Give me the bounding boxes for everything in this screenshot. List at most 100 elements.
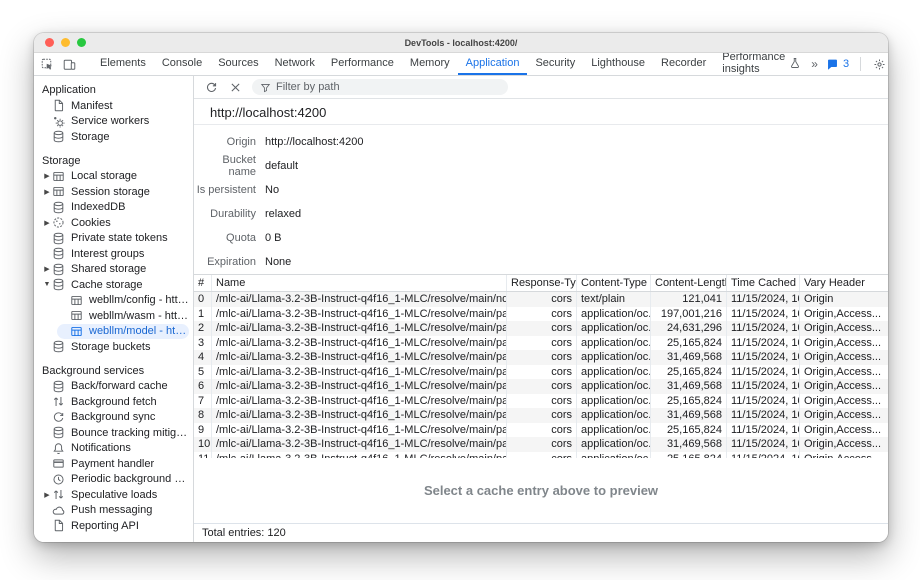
sidebar-item[interactable]: Periodic background sync	[39, 472, 189, 488]
console-messages-button[interactable]: 3	[826, 57, 849, 71]
devtools-tab[interactable]: Console	[154, 53, 210, 75]
devtools-tab[interactable]: Recorder	[653, 53, 714, 75]
table-row[interactable]: 2 /mlc-ai/Llama-3.2-3B-Instruct-q4f16_1-…	[194, 321, 888, 336]
cell-name: /mlc-ai/Llama-3.2-3B-Instruct-q4f16_1-ML…	[212, 365, 507, 380]
sidebar-item[interactable]: webllm/model - http://loc...	[57, 324, 189, 340]
table-row[interactable]: 7 /mlc-ai/Llama-3.2-3B-Instruct-q4f16_1-…	[194, 394, 888, 409]
devtools-tab[interactable]: Sources	[210, 53, 266, 75]
expander-arrow-icon[interactable]: ▶	[42, 491, 52, 499]
cell-response-type: cors	[507, 423, 577, 438]
table-body: 0 /mlc-ai/Llama-3.2-3B-Instruct-q4f16_1-…	[194, 292, 888, 458]
sync-icon	[52, 411, 65, 424]
sidebar-item[interactable]: ▶ Session storage	[39, 184, 189, 200]
tab-label: Performance	[331, 57, 394, 69]
column-header[interactable]: Time Cached	[727, 275, 800, 291]
cell-name: /mlc-ai/Llama-3.2-3B-Instruct-q4f16_1-ML…	[212, 350, 507, 365]
column-header[interactable]: Content-Type	[577, 275, 651, 291]
cell-response-type: cors	[507, 437, 577, 452]
column-header[interactable]: #	[194, 275, 212, 291]
refresh-icon[interactable]	[204, 80, 218, 94]
metadata-value: default	[265, 160, 298, 172]
devtools-tab[interactable]: Elements	[92, 53, 154, 75]
cell-content-length: 121,041	[651, 292, 727, 307]
table-row[interactable]: 1 /mlc-ai/Llama-3.2-3B-Instruct-q4f16_1-…	[194, 307, 888, 322]
window-titlebar[interactable]: DevTools - localhost:4200/	[34, 33, 888, 53]
tab-label: Console	[162, 57, 202, 69]
sidebar-item[interactable]: Background fetch	[39, 394, 189, 410]
devtools-tab[interactable]: Performance insights	[714, 53, 809, 75]
sidebar-item[interactable]: webllm/wasm - http://loca...	[57, 308, 189, 324]
device-toolbar-icon[interactable]	[62, 57, 76, 71]
filter-input[interactable]	[276, 81, 501, 93]
more-tabs-chevron[interactable]: »	[809, 57, 820, 71]
file-icon	[52, 99, 65, 112]
sidebar-item[interactable]: ▶ Shared storage	[39, 262, 189, 278]
sidebar-item[interactable]: Reporting API	[39, 518, 189, 534]
expander-arrow-icon[interactable]: ▶	[42, 188, 52, 196]
devtools-tab[interactable]: Security	[527, 53, 583, 75]
cell-time-cached: 11/15/2024, 10...	[727, 394, 800, 409]
devtools-tab[interactable]: Memory	[402, 53, 458, 75]
cell-vary-header: Origin	[800, 292, 888, 307]
sidebar-item[interactable]: Bounce tracking mitigations	[39, 425, 189, 441]
devtools-tab[interactable]: Performance	[323, 53, 402, 75]
sidebar-item[interactable]: Notifications	[39, 441, 189, 457]
expander-arrow-icon[interactable]: ▶	[42, 265, 52, 273]
filter-funnel-icon	[259, 80, 272, 94]
devtools-tab[interactable]: Lighthouse	[583, 53, 653, 75]
sidebar-item[interactable]: IndexedDB	[39, 200, 189, 216]
devtools-tab[interactable]: Network	[267, 53, 323, 75]
cell-time-cached: 11/15/2024, 10...	[727, 321, 800, 336]
cell-content-type: application/oc...	[577, 336, 651, 351]
expander-arrow-icon[interactable]: ▼	[42, 281, 52, 288]
table-row[interactable]: 9 /mlc-ai/Llama-3.2-3B-Instruct-q4f16_1-…	[194, 423, 888, 438]
sidebar-section: Background services Back/forward cache	[34, 363, 193, 534]
sidebar-item-label: Storage buckets	[71, 341, 151, 353]
sidebar-item-label: IndexedDB	[71, 201, 125, 213]
table-row[interactable]: 8 /mlc-ai/Llama-3.2-3B-Instruct-q4f16_1-…	[194, 408, 888, 423]
table-row[interactable]: 5 /mlc-ai/Llama-3.2-3B-Instruct-q4f16_1-…	[194, 365, 888, 380]
sidebar-item[interactable]: Push messaging	[39, 503, 189, 519]
sidebar-item[interactable]: Service workers	[39, 114, 189, 130]
window-title: DevTools - localhost:4200/	[34, 38, 888, 48]
tab-label: Recorder	[661, 57, 706, 69]
sidebar-item-label: webllm/model - http://loc...	[89, 325, 189, 337]
sidebar-item-label: Service workers	[71, 115, 149, 127]
sidebar-item[interactable]: ▼ Cache storage	[39, 277, 189, 293]
table-row[interactable]: 10 /mlc-ai/Llama-3.2-3B-Instruct-q4f16_1…	[194, 437, 888, 452]
sidebar-item[interactable]: Manifest	[39, 98, 189, 114]
inspect-icon[interactable]	[40, 57, 54, 71]
cache-entries-table: # Name Response-Type Content-Type Conten…	[194, 274, 888, 458]
column-header[interactable]: Content-Length	[651, 275, 727, 291]
preview-pane: Select a cache entry above to preview	[194, 458, 888, 523]
table-row[interactable]: 4 /mlc-ai/Llama-3.2-3B-Instruct-q4f16_1-…	[194, 350, 888, 365]
cell-response-type: cors	[507, 365, 577, 380]
sidebar-item[interactable]: Back/forward cache	[39, 379, 189, 395]
column-header[interactable]: Vary Header	[800, 275, 888, 291]
sidebar-item[interactable]: ▶ Speculative loads	[39, 487, 189, 503]
expander-arrow-icon[interactable]: ▶	[42, 219, 52, 227]
sidebar-item[interactable]: ▶ Local storage	[39, 169, 189, 185]
sidebar-item[interactable]: Payment handler	[39, 456, 189, 472]
sidebar-item[interactable]: Background sync	[39, 410, 189, 426]
origin-metadata: Origin http://localhost:4200 Bucket name…	[194, 125, 888, 274]
table-row[interactable]: 3 /mlc-ai/Llama-3.2-3B-Instruct-q4f16_1-…	[194, 336, 888, 351]
tab-label: Application	[466, 57, 520, 69]
settings-gear-icon[interactable]	[872, 57, 886, 71]
column-header[interactable]: Name	[212, 275, 507, 291]
sidebar-item[interactable]: Private state tokens	[39, 231, 189, 247]
sidebar-item[interactable]: Storage buckets	[39, 339, 189, 355]
table-row[interactable]: 0 /mlc-ai/Llama-3.2-3B-Instruct-q4f16_1-…	[194, 292, 888, 307]
sidebar-item[interactable]: Storage	[39, 129, 189, 145]
column-header[interactable]: Response-Type	[507, 275, 577, 291]
sidebar-item[interactable]: Interest groups	[39, 246, 189, 262]
devtools-tab[interactable]: Application	[458, 53, 528, 75]
delete-selected-icon[interactable]	[228, 80, 242, 94]
expander-arrow-icon[interactable]: ▶	[42, 172, 52, 180]
table-row[interactable]: 6 /mlc-ai/Llama-3.2-3B-Instruct-q4f16_1-…	[194, 379, 888, 394]
filter-box[interactable]	[252, 79, 508, 95]
sidebar-item[interactable]: webllm/config - http://loc...	[57, 293, 189, 309]
cell-name: /mlc-ai/Llama-3.2-3B-Instruct-q4f16_1-ML…	[212, 423, 507, 438]
sidebar-item[interactable]: ▶ Cookies	[39, 215, 189, 231]
devtools-window: DevTools - localhost:4200/ Elements Cons…	[34, 33, 888, 542]
